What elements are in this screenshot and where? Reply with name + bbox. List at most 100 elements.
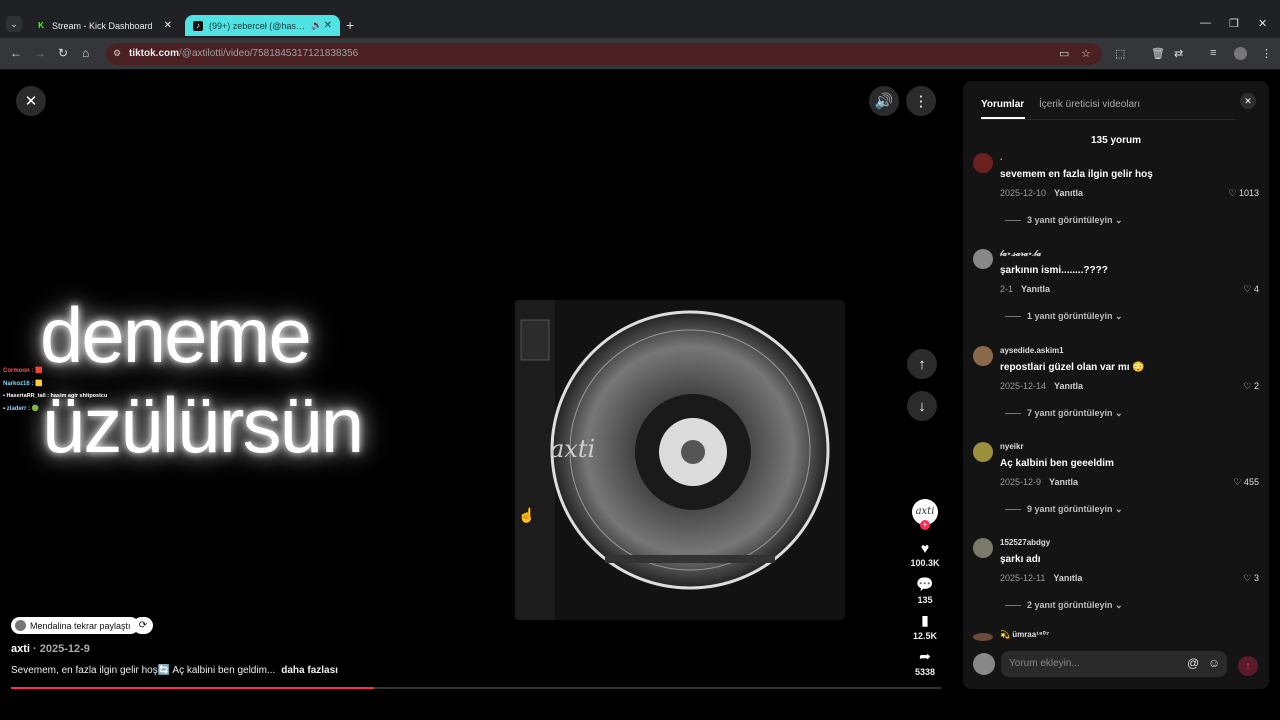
reply-button[interactable]: Yanıtla — [1053, 573, 1082, 583]
more-options-icon[interactable]: ⋮ — [906, 86, 936, 116]
bookmark-star-icon[interactable]: ☆ — [1081, 47, 1091, 60]
repost-icon[interactable]: ⟳ — [133, 617, 153, 634]
tab-search-icon[interactable]: ⌄ — [6, 16, 22, 32]
chat-line: Cormoon : 🟥 — [3, 368, 43, 374]
input-placeholder: Yorum ekleyin... — [1009, 658, 1080, 669]
save-button[interactable]: ▮ 12.5K — [910, 612, 940, 641]
commenter-avatar[interactable] — [973, 153, 993, 173]
close-tab-icon[interactable]: ✕ — [324, 20, 332, 31]
like-button[interactable]: ♥ 100.3K — [910, 540, 940, 568]
close-window-icon[interactable]: ✕ — [1258, 17, 1267, 30]
overlay-text-line1: deneme — [40, 291, 312, 379]
comment-username[interactable]: . — [1000, 153, 1002, 162]
reply-button[interactable]: Yanıtla — [1054, 188, 1083, 198]
close-tab-icon[interactable]: ✕ — [164, 20, 172, 31]
view-replies-button[interactable]: 1 yanıt görüntüleyin ⌄ — [1005, 311, 1123, 322]
chat-line: ▪ HasertaRR_tall : hasim agir shitpostcu — [3, 393, 108, 399]
comment-count: 135 — [917, 595, 933, 605]
back-icon[interactable]: ← — [10, 46, 22, 60]
video-caption: Sevemem, en fazla ilgin gelir hoş🔄 Aç ka… — [11, 665, 338, 676]
commenter-avatar[interactable] — [973, 538, 993, 558]
comment-icon: 💬 — [916, 576, 934, 592]
commenter-avatar[interactable] — [973, 633, 993, 641]
address-bar[interactable]: ⚙ tiktok.com/@axtilotti/video/7581845317… — [106, 43, 1102, 65]
close-video-icon[interactable]: ✕ — [16, 86, 46, 116]
reload-icon[interactable]: ↻ — [58, 46, 68, 60]
site-info-icon[interactable]: ⚙ — [113, 48, 121, 59]
tab-tiktok[interactable]: ♪ (99+) zeberceł (@hasimsw_ 🔊 ✕ — [185, 15, 340, 36]
author-name[interactable]: axti — [11, 643, 30, 655]
comment-like-button[interactable]: ♡ 455 — [1233, 477, 1259, 488]
comment-like-button[interactable]: ♡ 3 — [1243, 573, 1259, 584]
comment-username[interactable]: 𝓁𝒶⋆.𝓈𝒶𝓇𝒶⋆.𝓁𝒶 — [1000, 249, 1041, 259]
close-panel-icon[interactable]: ✕ — [1240, 93, 1256, 109]
comment-like-count: 2 — [1253, 381, 1259, 391]
previous-video-icon[interactable]: ↑ — [907, 349, 937, 379]
delete-icon[interactable]: 🗑 — [1151, 47, 1165, 60]
browser-tab-strip: ⌄ K Stream - Kick Dashboard ✕ ♪ (99+) ze… — [0, 0, 1280, 38]
forward-icon[interactable]: → — [34, 46, 46, 60]
reply-button[interactable]: Yanıtla — [1049, 477, 1078, 487]
comment-like-button[interactable]: ♡ 1013 — [1228, 188, 1259, 199]
comment-like-count: 455 — [1243, 477, 1259, 487]
comment-username[interactable]: 💫 ümraa¹⁹⁰⁷ — [1000, 630, 1049, 639]
progress-fill — [11, 687, 374, 689]
comment-username[interactable]: nyeikr — [1000, 442, 1024, 451]
commenter-avatar[interactable] — [973, 346, 993, 366]
comment-count-label: 135 yorum — [1090, 135, 1142, 146]
home-icon[interactable]: ⌂ — [82, 46, 89, 60]
restore-icon[interactable]: ❐ — [1229, 17, 1239, 30]
comment-input-row: Yorum ekleyin... @ ☺ ↑ — [963, 643, 1269, 689]
emoji-icon[interactable]: ☺ — [1208, 656, 1220, 670]
share-button[interactable]: ➦ 5338 — [910, 648, 940, 677]
send-comment-button[interactable]: ↑ — [1238, 656, 1258, 676]
commenter-avatar[interactable] — [973, 249, 993, 269]
bookmark-icon: ▮ — [921, 612, 929, 628]
browser-menu-icon[interactable]: ⋮ — [1261, 47, 1272, 60]
view-replies-button[interactable]: 9 yanıt görüntüleyin ⌄ — [1005, 504, 1123, 515]
comment-like-count: 4 — [1253, 284, 1259, 294]
comment-date: 2025-12-14 — [1000, 381, 1047, 391]
share-icon: ➦ — [919, 648, 931, 664]
mention-icon[interactable]: @ — [1187, 656, 1199, 670]
comment-like-button[interactable]: ♡ 2 — [1243, 381, 1259, 392]
follow-plus-icon[interactable]: + — [920, 520, 930, 530]
caption-text: Sevemem, en fazla ilgin gelir hoş🔄 Aç ka… — [11, 665, 276, 676]
translate-icon[interactable]: ⇄ — [1174, 47, 1183, 60]
extensions-icon[interactable]: ⬚ — [1115, 47, 1125, 60]
tab-kick-dashboard[interactable]: K Stream - Kick Dashboard ✕ — [28, 15, 180, 36]
reply-button[interactable]: Yanıtla — [1054, 381, 1083, 391]
save-count: 12.5K — [912, 631, 938, 641]
minimize-icon[interactable]: — — [1200, 17, 1211, 29]
repost-badge[interactable]: Mendalina tekrar paylaştı — [11, 617, 139, 634]
cast-icon[interactable]: ▭ — [1059, 47, 1069, 60]
comment-input[interactable]: Yorum ekleyin... @ ☺ — [1001, 651, 1227, 677]
disc-artwork: axti — [515, 300, 845, 620]
comment-button[interactable]: 💬 135 — [910, 576, 940, 605]
comment-like-button[interactable]: ♡ 4 — [1243, 284, 1259, 295]
next-video-icon[interactable]: ↓ — [907, 391, 937, 421]
comment-date: 2025-12-10 — [1000, 188, 1047, 198]
tab-title: Stream - Kick Dashboard — [52, 20, 153, 31]
comment-username[interactable]: 152527abdgy — [1000, 538, 1050, 547]
commenter-avatar[interactable] — [973, 442, 993, 462]
comment-username[interactable]: aysedide.askim1 — [1000, 346, 1064, 355]
audio-playing-icon[interactable]: 🔊 — [311, 20, 322, 31]
my-avatar — [973, 653, 995, 675]
repost-label: Mendalina tekrar paylaştı — [30, 620, 131, 631]
view-replies-button[interactable]: 7 yanıt görüntüleyin ⌄ — [1005, 408, 1123, 419]
more-link[interactable]: daha fazlası — [281, 665, 338, 676]
tab-comments[interactable]: Yorumlar — [981, 99, 1024, 110]
profile-avatar[interactable] — [1234, 47, 1247, 60]
volume-icon[interactable]: 🔊 — [869, 86, 899, 116]
comment-text: Aç kalbini ben geeeldim — [1000, 458, 1114, 469]
share-count: 5338 — [914, 667, 936, 677]
media-control-icon[interactable]: ≡ — [1210, 47, 1216, 59]
tab-creator-videos[interactable]: İçerik üreticisi videoları — [1039, 99, 1140, 110]
view-replies-button[interactable]: 3 yanıt görüntüleyin ⌄ — [1005, 215, 1123, 226]
video-progress-bar[interactable] — [11, 687, 941, 689]
reply-button[interactable]: Yanıtla — [1021, 284, 1050, 294]
new-tab-button[interactable]: + — [346, 17, 354, 33]
disc-label: axti — [550, 435, 596, 463]
view-replies-button[interactable]: 2 yanıt görüntüleyin ⌄ — [1005, 600, 1123, 611]
